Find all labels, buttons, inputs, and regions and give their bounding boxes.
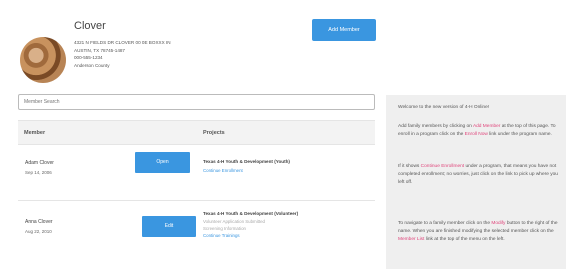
add-member-button[interactable]: Add Member xyxy=(312,19,376,41)
member-search-input[interactable] xyxy=(18,94,375,110)
member-column-header: Member xyxy=(24,130,46,136)
member-dob: Sep 14, 2006 xyxy=(25,170,52,175)
row-separator xyxy=(18,200,375,201)
table-header: Member Projects xyxy=(18,120,375,145)
family-phone: 000-555-1234 xyxy=(74,55,103,61)
member-name: Adam Clover xyxy=(25,160,54,166)
continue-trainings-link[interactable]: Continue Trainings xyxy=(203,233,240,238)
family-address-line1: 4321 N FIELDS DR CLOVER 00 0E BOXXX IN xyxy=(74,40,171,45)
member-dob: Aug 22, 2010 xyxy=(25,229,52,234)
info-add-member-text: Add family members by clicking on Add Me… xyxy=(398,124,556,137)
project-status-text: Screening Information xyxy=(203,226,246,231)
family-address-line2: AUSTIN, TX 78745-1487 xyxy=(74,47,125,53)
info-modify-text: To navigate to a family member click on … xyxy=(398,221,558,242)
family-info: 4321 N FIELDS DR CLOVER 00 0E BOXXX IN A… xyxy=(74,39,171,69)
info-panel: Welcome to the new version of 4-H Online… xyxy=(386,95,566,269)
member-name: Anna Clover xyxy=(25,219,53,225)
family-county: Anderson County xyxy=(74,62,110,68)
family-avatar xyxy=(20,37,66,83)
info-continue-text: If it shows Continue Enrollment under a … xyxy=(398,164,558,185)
project-title: Texas 4-H Youth & Development (Youth) xyxy=(203,159,290,164)
edit-member-button[interactable]: Edit xyxy=(142,216,196,237)
project-title: Texas 4-H Youth & Development (Volunteer… xyxy=(203,211,299,216)
family-name: Clover xyxy=(74,20,106,32)
open-member-button[interactable]: Open xyxy=(135,152,190,173)
project-status-text: Volunteer Application Submitted xyxy=(203,219,265,224)
projects-column-header: Projects xyxy=(203,130,225,136)
info-welcome-text: Welcome to the new version of 4-H Online… xyxy=(398,105,490,110)
continue-enrollment-link[interactable]: Continue Enrollment xyxy=(203,168,243,173)
